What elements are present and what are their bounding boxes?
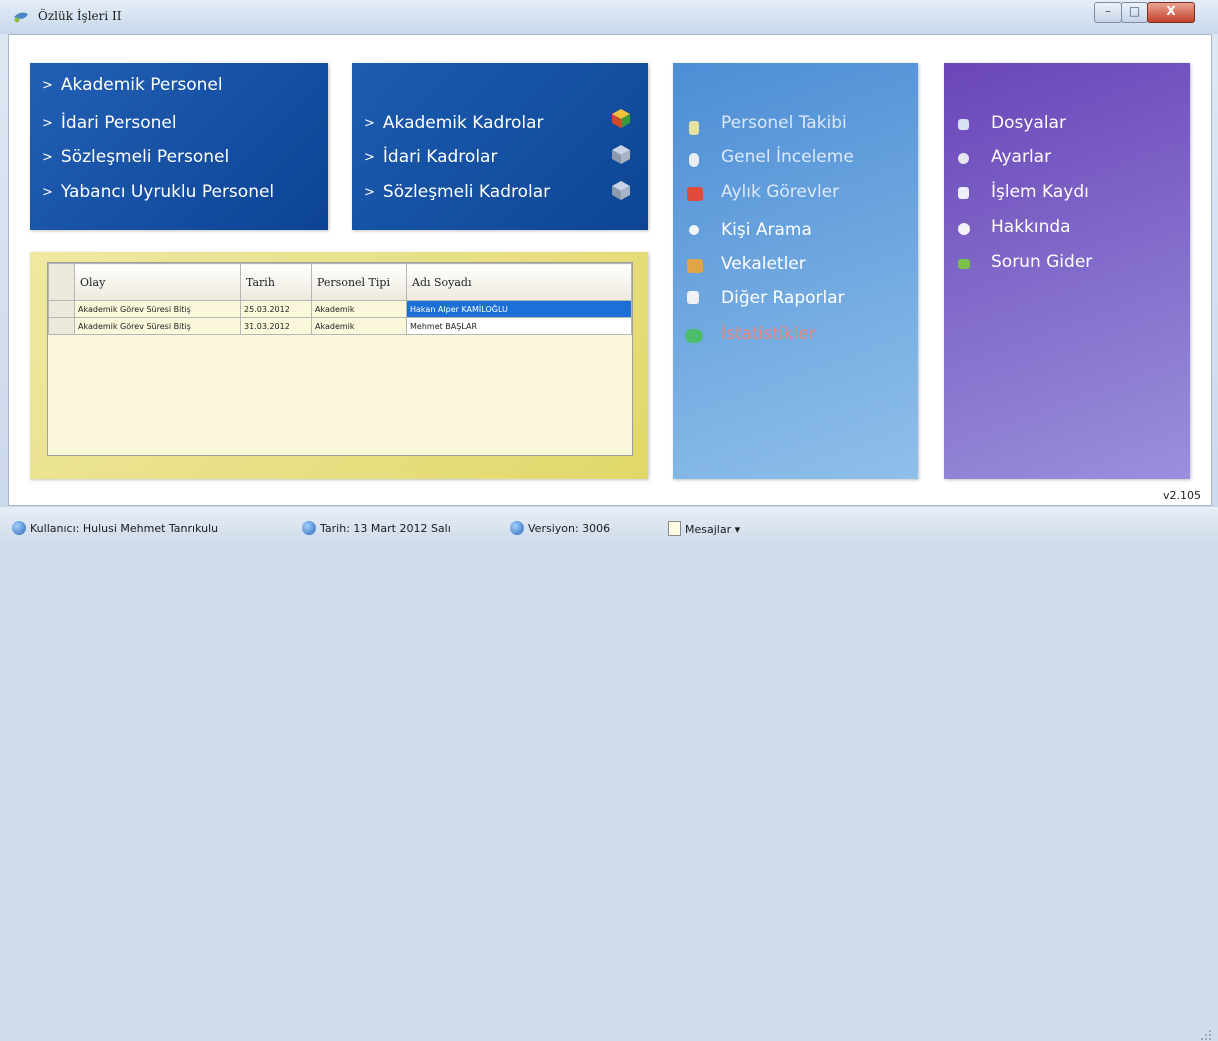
resize-grip-icon[interactable] xyxy=(1200,1029,1212,1041)
close-button[interactable]: X xyxy=(1147,2,1195,23)
status-version: Versiyon: 3006 xyxy=(510,521,610,535)
users-icon xyxy=(687,259,703,273)
menu-islem-kaydi[interactable]: İşlem Kaydı xyxy=(991,182,1089,202)
tools-panel: Personel Takibi Genel İnceleme Aylık Gör… xyxy=(673,63,918,479)
minimize-button[interactable]: – xyxy=(1094,2,1122,23)
cell-tarih[interactable]: 25.03.2012 xyxy=(240,300,312,318)
menu-label: Yabancı Uyruklu Personel xyxy=(60,182,275,202)
menu-label: İdari Personel xyxy=(60,113,177,133)
pen-icon xyxy=(689,121,699,135)
menu-label: Sözleşmeli Kadrolar xyxy=(382,182,551,202)
maximize-icon: □ xyxy=(1128,4,1141,18)
menu-label: Sözleşmeli Personel xyxy=(60,147,230,167)
table-row[interactable]: Akademik Görev Süresi Bitiş 31.03.2012 A… xyxy=(48,317,632,335)
menu-yabanci-uyruklu-personel[interactable]: > Yabancı Uyruklu Personel xyxy=(42,182,274,202)
title-bar: Özlük İşleri II – □ X xyxy=(0,0,1218,34)
menu-sozlesmeli-personel[interactable]: > Sözleşmeli Personel xyxy=(42,147,229,167)
table-row[interactable]: Akademik Görev Süresi Bitiş 25.03.2012 A… xyxy=(48,300,632,318)
menu-genel-inceleme[interactable]: Genel İnceleme xyxy=(721,147,854,167)
arrow-icon: > xyxy=(42,150,53,165)
wrench-icon xyxy=(958,259,970,269)
chart-icon xyxy=(685,329,703,343)
cube-icon xyxy=(612,145,630,164)
column-header-olay[interactable]: Olay xyxy=(74,263,241,301)
row-header[interactable] xyxy=(48,300,75,318)
menu-vekaletler[interactable]: Vekaletler xyxy=(721,254,806,274)
cell-olay[interactable]: Akademik Görev Süresi Bitiş xyxy=(74,300,241,318)
cell-tip[interactable]: Akademik xyxy=(311,300,407,318)
cube-icon xyxy=(612,181,630,200)
status-bar: Kullanıcı: Hulusi Mehmet Tanrıkulu Tarih… xyxy=(0,507,1218,1040)
row-header[interactable] xyxy=(48,317,75,335)
arrow-icon: > xyxy=(364,116,375,131)
globe-icon xyxy=(12,521,26,535)
note-icon xyxy=(668,521,681,536)
close-icon: X xyxy=(1166,4,1176,18)
window-title: Özlük İşleri II xyxy=(38,9,122,23)
row-header-corner xyxy=(48,263,75,301)
column-header-personel-tipi[interactable]: Personel Tipi xyxy=(311,263,407,301)
menu-diger-raporlar[interactable]: Diğer Raporlar xyxy=(721,288,845,308)
arrow-icon: > xyxy=(364,150,375,165)
menu-akademik-personel[interactable]: > Akademik Personel xyxy=(42,75,223,95)
messages-dropdown[interactable]: Mesajlar ▾ xyxy=(668,521,740,536)
maximize-button[interactable]: □ xyxy=(1121,2,1148,23)
personel-panel: > Akademik Personel > İdari Personel > Sözl… xyxy=(30,63,328,230)
arrow-icon: > xyxy=(42,78,53,93)
cube-icon xyxy=(612,109,630,128)
status-date-text: Tarih: 13 Mart 2012 Salı xyxy=(320,522,451,535)
menu-dosyalar[interactable]: Dosyalar xyxy=(991,113,1066,133)
arrow-icon: > xyxy=(42,185,53,200)
gear-icon xyxy=(958,153,969,164)
menu-personel-takibi[interactable]: Personel Takibi xyxy=(721,113,847,133)
cell-adi-soyadi[interactable]: Hakan Alper KAMİLOĞLU xyxy=(406,300,632,318)
search-icon xyxy=(689,225,699,235)
globe-icon xyxy=(689,153,699,167)
menu-label: Akademik Kadrolar xyxy=(382,113,544,133)
menu-label: İdari Kadrolar xyxy=(382,147,498,167)
menu-kisi-arama[interactable]: Kişi Arama xyxy=(721,220,812,240)
table-header-row: Olay Tarih Personel Tipi Adı Soyadı xyxy=(48,263,632,301)
app-icon xyxy=(14,12,28,23)
events-table: Olay Tarih Personel Tipi Adı Soyadı Akad… xyxy=(48,263,632,335)
cell-tarih[interactable]: 31.03.2012 xyxy=(240,317,312,335)
menu-aylik-gorevler[interactable]: Aylık Görevler xyxy=(721,182,839,202)
column-header-tarih[interactable]: Tarih xyxy=(240,263,312,301)
menu-hakkinda[interactable]: Hakkında xyxy=(991,217,1071,237)
status-date: Tarih: 13 Mart 2012 Salı xyxy=(302,521,451,535)
globe-icon xyxy=(510,521,524,535)
column-header-adi-soyadi[interactable]: Adı Soyadı xyxy=(406,263,632,301)
menu-sorun-gider[interactable]: Sorun Gider xyxy=(991,252,1092,272)
files-icon xyxy=(958,119,969,130)
menu-akademik-kadrolar[interactable]: > Akademik Kadrolar xyxy=(364,113,544,133)
messages-label: Mesajlar ▾ xyxy=(685,523,741,536)
menu-ayarlar[interactable]: Ayarlar xyxy=(991,147,1051,167)
report-icon xyxy=(687,291,699,304)
minimize-icon: – xyxy=(1105,4,1111,18)
menu-label: Akademik Personel xyxy=(60,75,223,95)
version-label: v2.105 xyxy=(1163,489,1202,502)
menu-istatistikler[interactable]: İstatistikler xyxy=(721,324,816,344)
status-user: Kullanıcı: Hulusi Mehmet Tanrıkulu xyxy=(12,521,218,535)
arrow-icon: > xyxy=(42,116,53,131)
kadro-panel: > Akademik Kadrolar > İdari Kadrolar > Sözl… xyxy=(352,63,648,230)
log-icon xyxy=(958,187,969,199)
cell-olay[interactable]: Akademik Görev Süresi Bitiş xyxy=(74,317,241,335)
menu-sozlesmeli-kadrolar[interactable]: > Sözleşmeli Kadrolar xyxy=(364,182,550,202)
cell-tip[interactable]: Akademik xyxy=(311,317,407,335)
cell-adi-soyadi[interactable]: Mehmet BAŞLAR xyxy=(406,317,632,335)
system-panel: Dosyalar Ayarlar İşlem Kaydı Hakkında So… xyxy=(944,63,1190,479)
arrow-icon: > xyxy=(364,185,375,200)
menu-idari-kadrolar[interactable]: > İdari Kadrolar xyxy=(364,147,497,167)
status-version-text: Versiyon: 3006 xyxy=(528,522,611,535)
globe-icon xyxy=(302,521,316,535)
info-icon xyxy=(958,223,970,235)
events-grid[interactable]: Olay Tarih Personel Tipi Adı Soyadı Akad… xyxy=(47,262,633,456)
status-user-text: Kullanıcı: Hulusi Mehmet Tanrıkulu xyxy=(30,522,219,535)
app-window: Özlük İşleri II – □ X > Akademik Personel… xyxy=(0,0,1218,1040)
calendar-icon xyxy=(687,187,703,201)
menu-idari-personel[interactable]: > İdari Personel xyxy=(42,113,177,133)
